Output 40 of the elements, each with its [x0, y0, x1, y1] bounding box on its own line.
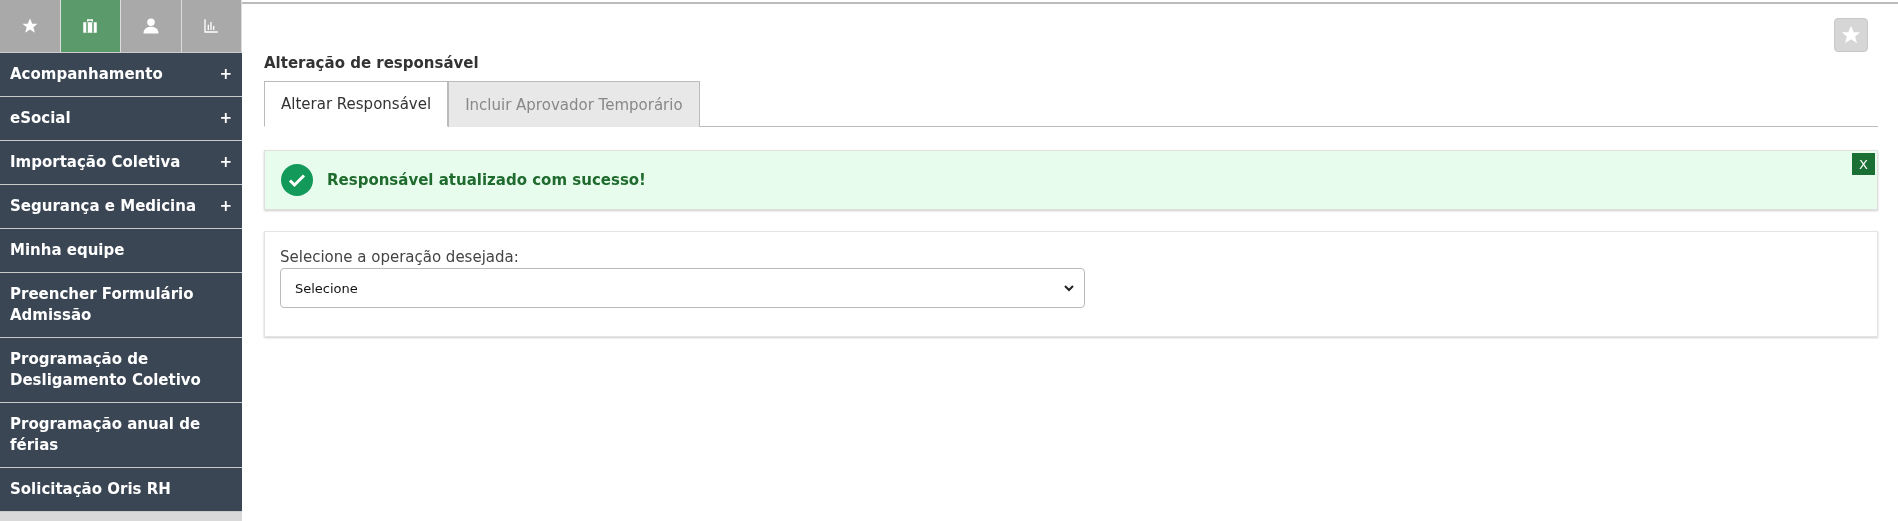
sidebar-item-label: Importação Coletiva — [10, 152, 181, 173]
sidebar-item-label: Minha equipe — [10, 240, 125, 261]
expand-icon: + — [219, 152, 232, 173]
sidebar-item[interactable]: Programação de Desligamento Coletivo — [0, 338, 242, 403]
expand-icon: + — [219, 108, 232, 129]
sidebar-item-label: Preencher Formulário Admissão — [10, 284, 195, 326]
sidebar-tab[interactable] — [60, 0, 121, 52]
tab[interactable]: Alterar Responsável — [264, 81, 449, 127]
person-icon — [141, 17, 160, 35]
sidebar-item[interactable]: Acompanhamento + — [0, 53, 242, 97]
sidebar-item-label: Acompanhamento — [10, 64, 163, 85]
star-icon — [20, 17, 39, 35]
alert-message: Responsável atualizado com sucesso! — [327, 171, 646, 189]
bar-chart-icon — [203, 18, 220, 34]
operation-select[interactable]: Selecione — [280, 268, 1085, 308]
sidebar-item-label: eSocial — [10, 108, 71, 129]
sidebar-item[interactable]: Importação Coletiva + — [0, 141, 242, 185]
sidebar-item-label: Programação anual de férias — [10, 414, 202, 456]
sidebar-item-label: Solicitação Oris RH — [10, 479, 171, 500]
briefcase-icon — [81, 17, 100, 35]
chevron-down-icon — [1064, 284, 1074, 292]
sidebar-item[interactable]: Preencher Formulário Admissão — [0, 273, 242, 338]
close-button[interactable]: X — [1852, 153, 1875, 175]
star-icon — [1840, 24, 1862, 46]
sidebar-item-label: Segurança e Medicina — [10, 196, 197, 217]
sidebar-item[interactable]: Programação anual de férias — [0, 403, 242, 468]
sidebar-tab[interactable] — [181, 0, 242, 52]
sidebar-item[interactable]: Solicitação Oris RH — [0, 468, 242, 512]
expand-icon: + — [219, 196, 232, 217]
sidebar-tab[interactable] — [121, 0, 182, 52]
page-title: Alteração de responsável — [264, 54, 480, 72]
check-icon — [281, 164, 313, 196]
favorite-button[interactable] — [1834, 18, 1868, 52]
sidebar-tab[interactable] — [0, 0, 61, 52]
sidebar-item-label: Programação de Desligamento Coletivo — [10, 349, 202, 391]
expand-icon: + — [219, 64, 232, 85]
sidebar-item[interactable]: eSocial + — [0, 97, 242, 141]
field-label: Selecione a operação desejada: — [280, 248, 520, 266]
sidebar-item[interactable]: Minha equipe — [0, 229, 242, 273]
sidebar-item[interactable]: Segurança e Medicina + — [0, 185, 242, 229]
